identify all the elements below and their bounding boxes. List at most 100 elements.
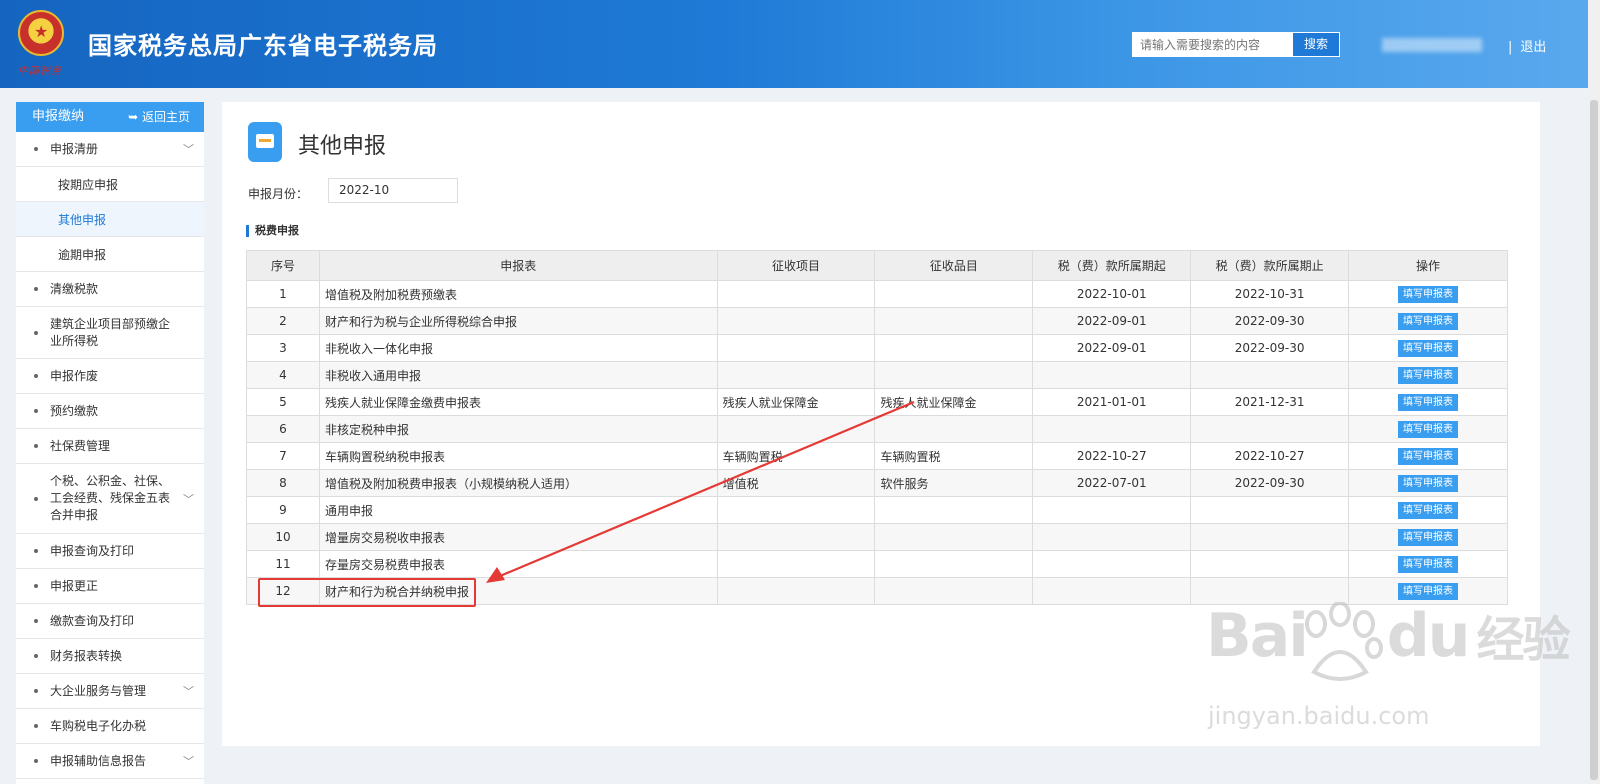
fill-report-button[interactable]: 填写申报表 (1398, 474, 1459, 492)
back-home-label[interactable]: 返回主页 (142, 110, 190, 124)
table-cell: 通用申报 (318, 496, 718, 524)
sidebar-item[interactable]: 申报清册 ﹀ (16, 132, 204, 167)
table-cell (716, 334, 876, 362)
sidebar-item[interactable]: 社保费管理 (16, 429, 204, 464)
table-cell (1032, 415, 1192, 443)
table-cell: 非核定税种申报 (318, 415, 718, 443)
sidebar-item[interactable]: 缴款查询及打印 (16, 604, 204, 639)
sidebar-item[interactable]: 预约缴款 (16, 394, 204, 429)
action-cell: 填写申报表 (1348, 442, 1508, 470)
table-cell: 11 (246, 550, 320, 578)
table-row: 1 增值税及附加税费预缴表 2022-10-01 2022-10-31 填写申报表 (246, 280, 1508, 308)
sidebar-item[interactable]: 申报辅助信息报告 ﹀ (16, 744, 204, 779)
sidebar-item-label: 建筑企业项目部预缴企业所得税 (50, 316, 171, 348)
watermark-brand: Bai (1206, 601, 1309, 671)
sidebar-subitem[interactable]: 按期应申报 (16, 167, 204, 202)
col-header: 税（费）款所属期止 (1190, 250, 1350, 281)
action-cell: 填写申报表 (1348, 523, 1508, 551)
chevron-down-icon[interactable]: ﹀ (183, 683, 194, 699)
sidebar-item[interactable]: 申报作废 (16, 359, 204, 394)
month-field[interactable]: 2022-10 (328, 178, 458, 203)
scrollbar-thumb[interactable] (1590, 100, 1598, 780)
chevron-down-icon[interactable]: ﹀ (183, 141, 194, 157)
table-cell: 车辆购置税 (874, 442, 1034, 470)
table-cell: 增值税及附加税费预缴表 (318, 280, 718, 308)
fill-report-button[interactable]: 填写申报表 (1398, 285, 1459, 303)
section-title: 税费申报 (246, 225, 299, 237)
bullet-icon (34, 689, 38, 693)
sidebar-subitem[interactable]: 逾期申报 (16, 237, 204, 272)
logout-link[interactable]: | 退出 (1508, 36, 1546, 55)
table-cell: 2022-10-27 (1190, 442, 1350, 470)
action-cell: 填写申报表 (1348, 496, 1508, 524)
sidebar-item[interactable]: 建筑企业项目部预缴企业所得税 (16, 307, 204, 359)
table-cell: 2022-10-27 (1032, 442, 1192, 470)
sidebar: 申报缴纳 ➥ 返回主页 申报清册 ﹀ 按期应申报 其他申报 逾期申报清缴税款建筑企业项目… (16, 102, 204, 784)
site-title: 国家税务总局广东省电子税务局 (88, 32, 438, 60)
sidebar-item[interactable]: 清缴税款 (16, 272, 204, 307)
back-home-link[interactable]: ➥ 返回主页 (128, 102, 190, 132)
sidebar-item-label: 申报辅助信息报告 (50, 753, 147, 768)
sidebar-item[interactable]: 个税、公积金、社保、工会经费、残保金五表合并申报 ﹀ (16, 464, 204, 534)
fill-report-button[interactable]: 填写申报表 (1398, 393, 1459, 411)
table-cell (1190, 415, 1350, 443)
sidebar-list: 申报清册 ﹀ 按期应申报 其他申报 逾期申报清缴税款建筑企业项目部预缴企业所得税申报作废… (16, 132, 204, 779)
table-cell: 存量房交易税费申报表 (318, 550, 718, 578)
table-cell (874, 280, 1034, 308)
fill-report-button[interactable]: 填写申报表 (1398, 312, 1459, 330)
search-input[interactable] (1132, 32, 1292, 57)
watermark-url: jingyan.baidu.com (1208, 702, 1430, 730)
fill-report-button[interactable]: 填写申报表 (1398, 366, 1459, 384)
sidebar-item[interactable]: 申报更正 (16, 569, 204, 604)
table-cell: 5 (246, 388, 320, 416)
table-cell (716, 577, 876, 605)
fill-report-button[interactable]: 填写申报表 (1398, 420, 1459, 438)
sidebar-item[interactable]: 车购税电子化办税 (16, 709, 204, 744)
search-button[interactable]: 搜索 (1292, 32, 1340, 57)
fill-report-button[interactable]: 填写申报表 (1398, 447, 1459, 465)
table-cell: 非税收入一体化申报 (318, 334, 718, 362)
sidebar-subitem[interactable]: 其他申报 (16, 202, 204, 237)
month-label: 申报月份： (248, 187, 309, 201)
bullet-icon (34, 724, 38, 728)
table-cell: 12 (246, 577, 320, 605)
table-cell: 2022-09-30 (1190, 469, 1350, 497)
username-blurred (1382, 38, 1482, 52)
table-cell: 增值税及附加税费申报表（小规模纳税人适用） (318, 469, 718, 497)
fill-report-button[interactable]: 填写申报表 (1398, 501, 1459, 519)
action-cell: 填写申报表 (1348, 361, 1508, 389)
sidebar-item-label: 清缴税款 (50, 281, 99, 296)
table-cell (874, 307, 1034, 335)
top-header: ★ 中国税务 国家税务总局广东省电子税务局 搜索 |退出 (0, 0, 1600, 88)
sidebar-item[interactable]: 财务报表转换 (16, 639, 204, 674)
table-cell (1032, 361, 1192, 389)
table-cell: 2021-12-31 (1190, 388, 1350, 416)
chevron-down-icon[interactable]: ﹀ (183, 753, 194, 769)
table-cell: 6 (246, 415, 320, 443)
table-cell: 财产和行为税与企业所得税综合申报 (318, 307, 718, 335)
fill-report-button[interactable]: 填写申报表 (1398, 582, 1459, 600)
chevron-down-icon[interactable]: ﹀ (183, 491, 194, 507)
back-arrow-icon: ➥ (128, 110, 139, 124)
table-row: 7 车辆购置税纳税申报表 车辆购置税 车辆购置税 2022-10-27 2022-10-2… (246, 442, 1508, 470)
sidebar-item-label: 申报作废 (50, 368, 99, 383)
table-cell (716, 550, 876, 578)
fill-report-button[interactable]: 填写申报表 (1398, 555, 1459, 573)
table-cell: 2022-09-01 (1032, 334, 1192, 362)
table-cell: 2 (246, 307, 320, 335)
table-cell: 10 (246, 523, 320, 551)
table-cell (1190, 550, 1350, 578)
table-cell: 残疾人就业保障金 (716, 388, 876, 416)
sidebar-item[interactable]: 大企业服务与管理 ﹀ (16, 674, 204, 709)
logout-label[interactable]: 退出 (1520, 40, 1546, 55)
sidebar-item[interactable]: 申报查询及打印 (16, 534, 204, 569)
bullet-icon (34, 619, 38, 623)
table-cell (716, 496, 876, 524)
fill-report-button[interactable]: 填写申报表 (1398, 528, 1459, 546)
table-cell: 7 (246, 442, 320, 470)
sidebar-title: 申报缴纳 (32, 109, 85, 124)
col-header: 征收品目 (874, 250, 1034, 281)
sidebar-item-label: 车购税电子化办税 (50, 718, 147, 733)
fill-report-button[interactable]: 填写申报表 (1398, 339, 1459, 357)
table-cell (1032, 523, 1192, 551)
